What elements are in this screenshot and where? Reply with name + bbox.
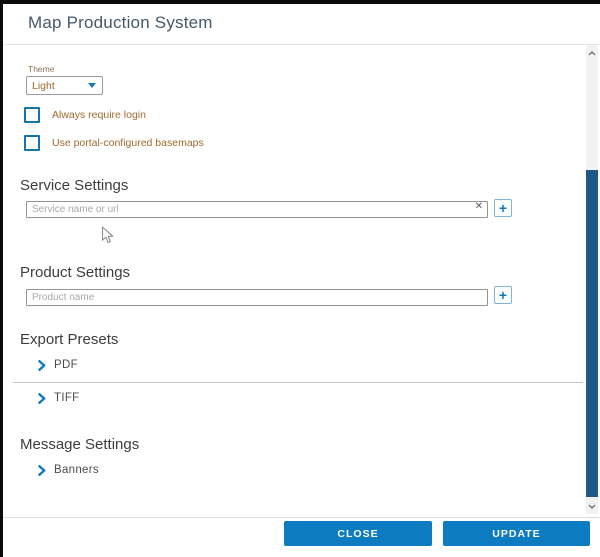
service-input-wrap: ✕ (26, 199, 488, 216)
always-require-login-checkbox[interactable] (24, 107, 40, 123)
product-name-input[interactable] (26, 289, 488, 306)
message-settings-heading: Message Settings (20, 436, 139, 453)
export-preset-tiff[interactable]: TIFF (38, 392, 79, 404)
add-product-button[interactable]: + (494, 286, 512, 304)
product-input-wrap (26, 287, 488, 304)
theme-selected-value: Light (32, 80, 55, 92)
preset-divider (13, 382, 583, 383)
update-button[interactable]: UPDATE (443, 521, 590, 546)
window-frame-top (0, 0, 600, 4)
chevron-right-icon (38, 360, 46, 371)
theme-dropdown[interactable]: Light (26, 76, 103, 95)
mouse-cursor (101, 226, 115, 250)
chevron-right-icon (38, 465, 46, 476)
always-require-login-row: Always require login (24, 107, 146, 123)
portal-basemaps-row: Use portal-configured basemaps (24, 135, 204, 151)
export-preset-pdf[interactable]: PDF (38, 359, 78, 371)
export-preset-tiff-label: TIFF (54, 392, 79, 404)
always-require-login-label: Always require login (52, 109, 146, 121)
theme-label: Theme (28, 64, 54, 74)
message-banners[interactable]: Banners (38, 464, 99, 476)
clear-icon[interactable]: ✕ (475, 202, 483, 212)
plus-icon: + (499, 288, 507, 302)
window-frame-left (0, 0, 3, 557)
scrollbar-thumb[interactable] (586, 170, 598, 497)
plus-icon: + (499, 201, 507, 215)
dialog-title: Map Production System (28, 13, 213, 33)
footer-divider (3, 517, 600, 518)
add-service-button[interactable]: + (494, 199, 512, 217)
title-divider (3, 44, 600, 45)
service-settings-heading: Service Settings (20, 177, 128, 194)
export-presets-heading: Export Presets (20, 331, 118, 348)
map-production-dialog: Map Production System Theme Light Always… (0, 0, 600, 557)
message-banners-label: Banners (54, 464, 99, 476)
scroll-up-icon[interactable] (586, 47, 598, 59)
product-settings-heading: Product Settings (20, 264, 130, 281)
service-name-input[interactable] (26, 201, 488, 218)
portal-basemaps-label: Use portal-configured basemaps (52, 137, 204, 149)
scroll-down-icon[interactable] (586, 500, 598, 512)
vertical-scrollbar[interactable] (586, 45, 598, 514)
chevron-down-icon (88, 83, 96, 88)
close-button[interactable]: CLOSE (284, 521, 432, 546)
export-preset-pdf-label: PDF (54, 359, 78, 371)
chevron-right-icon (38, 393, 46, 404)
portal-basemaps-checkbox[interactable] (24, 135, 40, 151)
